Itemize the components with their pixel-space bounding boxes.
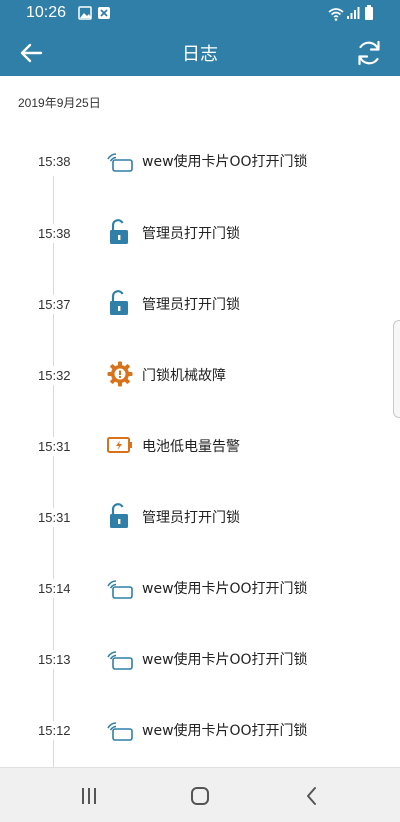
entry-text: 管理员打开门锁 — [142, 510, 240, 526]
entry-time: 15:38 — [38, 224, 71, 243]
unlock-icon — [110, 219, 128, 244]
status-time: 10:26 — [26, 4, 67, 21]
log-entry[interactable]: 15:12 wew使用卡片OO打开门锁 — [0, 709, 400, 749]
entry-time: 15:31 — [38, 508, 71, 527]
signal-icon — [347, 7, 360, 19]
entry-text: wew使用卡片OO打开门锁 — [142, 652, 308, 668]
gear-warning-icon — [107, 361, 133, 387]
unlock-icon — [110, 290, 128, 315]
log-entry[interactable]: 15:31 管理员打开门锁 — [0, 496, 400, 536]
status-bar: 10:26 — [0, 0, 400, 28]
entry-time: 15:12 — [38, 721, 71, 740]
entry-text: 电池低电量告警 — [142, 439, 240, 455]
refresh-icon[interactable] — [352, 36, 386, 70]
entry-text: 管理员打开门锁 — [142, 297, 240, 313]
log-entry[interactable]: 15:38 wew使用卡片OO打开门锁 — [0, 140, 400, 180]
close-box-icon — [98, 7, 110, 19]
scrollbar-handle[interactable] — [393, 320, 400, 418]
card-icon — [107, 651, 133, 670]
card-icon — [107, 153, 133, 172]
log-date: 2019年9月25日 — [18, 96, 101, 110]
app-bar: 日志 — [0, 28, 400, 76]
entry-text: wew使用卡片OO打开门锁 — [142, 581, 308, 597]
entry-time: 15:37 — [38, 295, 71, 314]
entry-time: 15:31 — [38, 437, 71, 456]
battery-icon — [365, 5, 373, 20]
system-nav-bar — [0, 767, 400, 822]
home-icon[interactable] — [186, 782, 214, 810]
entry-text: wew使用卡片OO打开门锁 — [142, 723, 308, 739]
entry-time: 15:38 — [38, 152, 71, 171]
entry-text: wew使用卡片OO打开门锁 — [142, 154, 308, 170]
entry-text: 管理员打开门锁 — [142, 226, 240, 242]
back-icon[interactable] — [298, 782, 326, 810]
log-entry[interactable]: 15:37 管理员打开门锁 — [0, 283, 400, 323]
entry-time: 15:14 — [38, 579, 71, 598]
recent-apps-icon[interactable] — [75, 782, 103, 810]
log-entry[interactable]: 15:31 电池低电量告警 — [0, 425, 400, 465]
timeline-line — [53, 176, 54, 768]
image-icon — [78, 6, 92, 20]
page-title: 日志 — [182, 44, 218, 65]
log-entry[interactable]: 15:14 wew使用卡片OO打开门锁 — [0, 567, 400, 607]
entry-text: 门锁机械故障 — [142, 368, 226, 384]
unlock-icon — [110, 503, 128, 528]
card-icon — [107, 580, 133, 599]
log-entry[interactable]: 15:13 wew使用卡片OO打开门锁 — [0, 638, 400, 678]
entry-time: 15:13 — [38, 650, 71, 669]
card-icon — [107, 722, 133, 741]
battery-low-icon — [107, 437, 132, 453]
log-entry[interactable]: 15:38 管理员打开门锁 — [0, 212, 400, 252]
entry-time: 15:32 — [38, 366, 71, 385]
wifi-icon — [328, 8, 344, 21]
log-entry[interactable]: 15:32 门锁机械故障 — [0, 354, 400, 394]
